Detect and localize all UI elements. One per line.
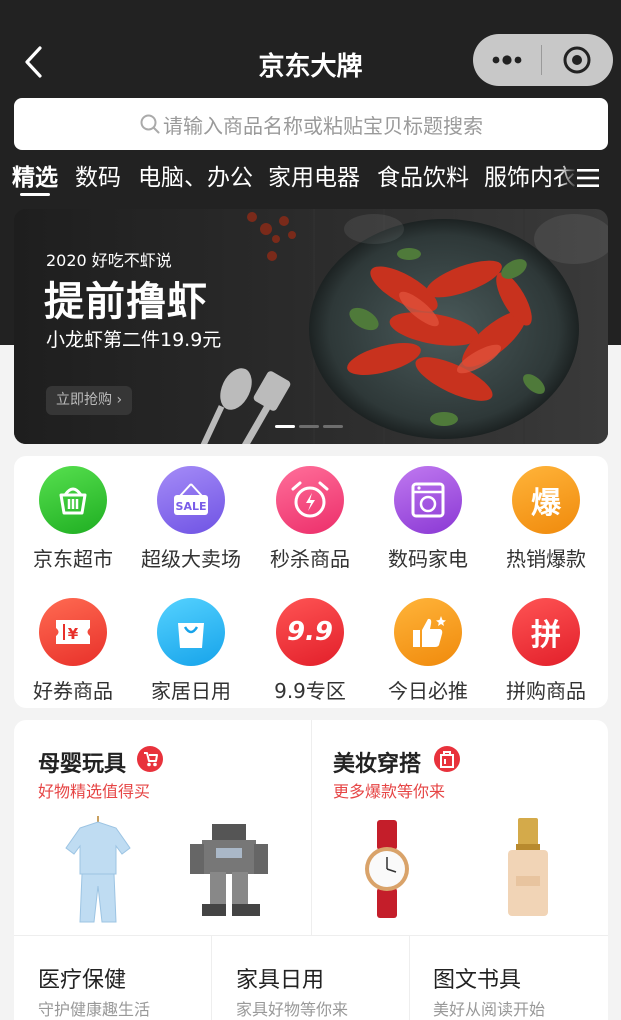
banner-subtitle: 2020 好吃不虾说	[46, 251, 172, 270]
category-label: 家居日用	[151, 679, 231, 703]
category-label: 数码家电	[388, 547, 468, 571]
mini-program-capsule	[473, 34, 613, 86]
section-subtitle: 好物精选值得买	[38, 782, 151, 801]
divider	[211, 936, 212, 1020]
category-99-zone[interactable]: 9.9 9.9专区	[251, 598, 369, 704]
group-buy-icon: 拼	[512, 598, 580, 666]
banner-title: 提前撸虾	[44, 279, 208, 325]
carousel-dots	[275, 425, 343, 428]
category-jd-supermarket[interactable]: 京东超市	[14, 466, 132, 572]
section-title: 医疗保健	[38, 968, 127, 993]
divider	[311, 720, 312, 935]
alarm-clock-icon	[276, 466, 344, 534]
section-subtitle: 更多爆款等你来	[333, 782, 446, 801]
thumbs-up-icon	[394, 598, 462, 666]
foundation-bottle-image	[508, 818, 548, 916]
category-super-mall[interactable]: SALE 超级大卖场	[132, 466, 250, 572]
target-icon[interactable]	[542, 34, 612, 86]
buy-now-button[interactable]: 立即抢购 ›	[46, 386, 133, 415]
carousel-dot[interactable]	[323, 425, 343, 428]
divider	[14, 935, 608, 936]
nav-bar: 京东大牌	[0, 28, 621, 98]
watch-image	[365, 820, 409, 918]
hot-sale-icon: 爆	[512, 466, 580, 534]
tab-computer-office[interactable]: 电脑、办公	[138, 160, 253, 196]
robot-toy-image	[190, 824, 268, 916]
carousel-dot[interactable]	[275, 425, 295, 428]
basket-icon	[39, 466, 107, 534]
promo-banner[interactable]: 2020 好吃不虾说 提前撸虾 小龙虾第二件19.9元 立即抢购 ›	[14, 209, 608, 444]
category-label: 拼购商品	[506, 679, 586, 703]
price-99-glyph: 9.9	[286, 617, 334, 647]
carousel-dot[interactable]	[299, 425, 319, 428]
group-buy-glyph: 拼	[531, 618, 561, 653]
tab-featured[interactable]: 精选	[12, 160, 58, 196]
baby-clothes-image	[65, 816, 131, 923]
section-title: 图文书具	[433, 968, 522, 993]
category-label: 今日必推	[388, 679, 468, 703]
category-digital-appliance[interactable]: 数码家电	[369, 466, 487, 572]
svg-text:SALE: SALE	[176, 500, 207, 513]
category-hot-sale[interactable]: 爆 热销爆款	[487, 466, 605, 572]
search-input[interactable]: 请输入商品名称或粘贴宝贝标题搜索	[14, 98, 608, 150]
category-grid: 京东超市 SALE 超级大卖场 秒杀商品 数码家电 爆 热销爆款 ¥ 好券商品	[14, 456, 608, 708]
category-label: 热销爆款	[506, 547, 586, 571]
coupon-icon: ¥	[39, 598, 107, 666]
svg-text:¥: ¥	[68, 625, 79, 643]
category-coupon[interactable]: ¥ 好券商品	[14, 598, 132, 704]
stroller-icon	[137, 746, 163, 772]
category-label: 超级大卖场	[141, 547, 241, 571]
more-dots-icon[interactable]	[473, 34, 541, 86]
washing-machine-icon	[394, 466, 462, 534]
shopping-bag-icon	[157, 598, 225, 666]
section-title: 家具日用	[236, 968, 325, 993]
hot-sale-glyph: 爆	[531, 486, 561, 521]
price-99-icon: 9.9	[276, 598, 344, 666]
tab-food-drink[interactable]: 食品饮料	[377, 160, 469, 196]
category-today-picks[interactable]: 今日必推	[369, 598, 487, 704]
banner-description: 小龙虾第二件19.9元	[46, 329, 222, 351]
menu-icon[interactable]	[577, 167, 599, 189]
search-icon	[140, 114, 160, 134]
divider	[409, 936, 410, 1020]
section-subtitle: 美好从阅读开始	[433, 1000, 546, 1019]
category-group-buy[interactable]: 拼 拼购商品	[487, 598, 605, 704]
category-tabs: 精选 数码 电脑、办公 家用电器 食品饮料 服饰内衣	[0, 160, 621, 204]
section-title: 美妆穿搭	[333, 752, 422, 777]
category-label: 京东超市	[33, 547, 113, 571]
category-flash-sale[interactable]: 秒杀商品	[251, 466, 369, 572]
active-tab-indicator	[20, 193, 50, 196]
search-placeholder: 请输入商品名称或粘贴宝贝标题搜索	[163, 113, 483, 138]
section-title: 母婴玩具	[38, 752, 127, 777]
category-label: 秒杀商品	[270, 547, 350, 571]
tab-digital[interactable]: 数码	[75, 160, 121, 196]
tab-appliances[interactable]: 家用电器	[268, 160, 360, 196]
category-label: 好券商品	[33, 679, 113, 703]
feature-sections: 母婴玩具 好物精选值得买 美妆穿搭 更多爆款等你来 医疗保健 守护健康趣生活 家…	[14, 720, 608, 1020]
category-home-daily[interactable]: 家居日用	[132, 598, 250, 704]
sale-sign-icon: SALE	[157, 466, 225, 534]
category-label: 9.9专区	[274, 679, 346, 703]
section-subtitle: 家具好物等你来	[236, 1000, 349, 1019]
dress-icon	[434, 746, 460, 772]
section-subtitle: 守护健康趣生活	[38, 1000, 151, 1019]
